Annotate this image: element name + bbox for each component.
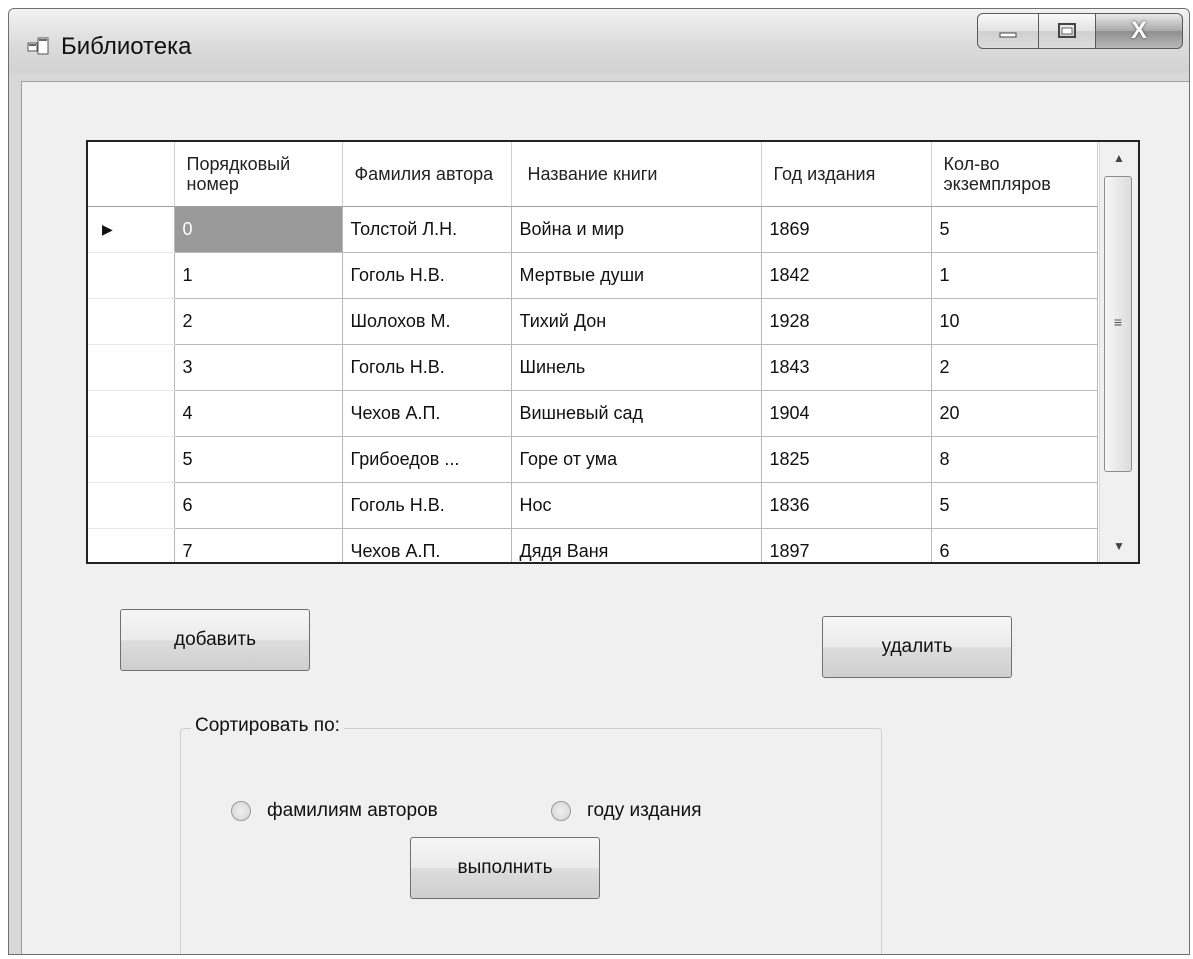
cell-number[interactable]: 7 — [173, 528, 343, 562]
cell-copies[interactable]: 8 — [930, 436, 1098, 483]
cell-year[interactable]: 1869 — [760, 206, 932, 253]
cell-title[interactable]: Нос — [510, 482, 762, 529]
sort-by-year-label[interactable]: году издания — [587, 800, 701, 822]
cell-year[interactable]: 1897 — [760, 528, 932, 562]
table-row[interactable]: 7 Чехов А.П. Дядя Ваня 1897 6 — [88, 528, 1098, 562]
cell-title[interactable]: Вишневый сад — [510, 390, 762, 437]
table-row[interactable]: 4 Чехов А.П. Вишневый сад 1904 20 — [88, 390, 1098, 437]
scroll-up-arrow-icon[interactable]: ▲ — [1100, 142, 1138, 174]
maximize-icon — [1058, 23, 1076, 38]
books-table: Порядковый номер Фамилия автора Название… — [88, 142, 1098, 562]
cell-title[interactable]: Война и мир — [510, 206, 762, 253]
table-row[interactable]: 6 Гоголь Н.В. Нос 1836 5 — [88, 482, 1098, 529]
sort-groupbox-title: Сортировать по: — [191, 715, 344, 737]
cell-copies[interactable]: 2 — [930, 344, 1098, 391]
row-header[interactable] — [88, 482, 175, 529]
cell-number[interactable]: 4 — [173, 390, 343, 437]
table-row[interactable]: 1 Гоголь Н.В. Мертвые души 1842 1 — [88, 252, 1098, 299]
cell-author[interactable]: Гоголь Н.В. — [341, 252, 512, 299]
add-button[interactable]: добавить — [120, 609, 310, 671]
sort-by-year-radio[interactable]: году издания — [551, 797, 701, 825]
column-header-number[interactable]: Порядковый номер — [174, 142, 343, 207]
column-header-copies[interactable]: Кол-во экземпляров — [931, 142, 1098, 207]
radio-unchecked-icon[interactable] — [231, 801, 251, 821]
sort-by-author-radio[interactable]: фамилиям авторов — [231, 797, 438, 825]
cell-number[interactable]: 0 — [173, 206, 343, 253]
cell-author[interactable]: Гоголь Н.В. — [341, 344, 512, 391]
table-row[interactable]: 2 Шолохов М. Тихий Дон 1928 10 — [88, 298, 1098, 345]
scrollbar-thumb[interactable]: ≡ — [1104, 176, 1132, 472]
cell-title[interactable]: Шинель — [510, 344, 762, 391]
current-row-indicator-icon[interactable]: ▶ — [88, 206, 175, 253]
cell-title[interactable]: Мертвые души — [510, 252, 762, 299]
row-header[interactable] — [88, 390, 175, 437]
close-icon: X — [1130, 17, 1147, 44]
column-header-year[interactable]: Год издания — [761, 142, 932, 207]
column-header-author[interactable]: Фамилия автора — [342, 142, 512, 207]
row-header[interactable] — [88, 298, 175, 345]
cell-year[interactable]: 1928 — [760, 298, 932, 345]
vertical-scrollbar[interactable]: ▲ ≡ ▼ — [1099, 142, 1138, 562]
window-app-icon[interactable] — [27, 36, 49, 56]
cell-author[interactable]: Чехов А.П. — [341, 390, 512, 437]
cell-number[interactable]: 2 — [173, 298, 343, 345]
delete-button[interactable]: удалить — [822, 616, 1012, 678]
books-data-grid[interactable]: Порядковый номер Фамилия автора Название… — [86, 140, 1140, 564]
form-client-area: Порядковый номер Фамилия автора Название… — [21, 81, 1189, 954]
radio-unchecked-icon[interactable] — [551, 801, 571, 821]
cell-author[interactable]: Толстой Л.Н. — [341, 206, 512, 253]
header-row: Порядковый номер Фамилия автора Название… — [88, 142, 1098, 207]
cell-author[interactable]: Гоголь Н.В. — [341, 482, 512, 529]
cell-number[interactable]: 6 — [173, 482, 343, 529]
cell-author[interactable]: Шолохов М. — [341, 298, 512, 345]
cell-copies[interactable]: 5 — [930, 482, 1098, 529]
table-row[interactable]: 3 Гоголь Н.В. Шинель 1843 2 — [88, 344, 1098, 391]
cell-copies[interactable]: 6 — [930, 528, 1098, 562]
cell-copies[interactable]: 5 — [930, 206, 1098, 253]
main-window: Библиотека X Порядковый номер Фамилия ав… — [8, 8, 1190, 955]
close-button[interactable]: X — [1095, 13, 1183, 49]
cell-year[interactable]: 1842 — [760, 252, 932, 299]
minimize-button[interactable] — [977, 13, 1039, 49]
row-header[interactable] — [88, 436, 175, 483]
row-header[interactable] — [88, 344, 175, 391]
table-row[interactable]: ▶ 0 Толстой Л.Н. Война и мир 1869 5 — [88, 206, 1098, 253]
cell-year[interactable]: 1825 — [760, 436, 932, 483]
sort-by-author-label[interactable]: фамилиям авторов — [267, 800, 438, 822]
row-header[interactable] — [88, 252, 175, 299]
cell-title[interactable]: Дядя Ваня — [510, 528, 762, 562]
cell-number[interactable]: 3 — [173, 344, 343, 391]
cell-author[interactable]: Чехов А.П. — [341, 528, 512, 562]
row-header-corner — [88, 142, 175, 207]
cell-copies[interactable]: 20 — [930, 390, 1098, 437]
grip-icon: ≡ — [1113, 314, 1123, 330]
minimize-icon — [999, 32, 1017, 38]
cell-year[interactable]: 1843 — [760, 344, 932, 391]
table-row[interactable]: 5 Грибоедов ... Горе от ума 1825 8 — [88, 436, 1098, 483]
cell-number[interactable]: 1 — [173, 252, 343, 299]
execute-button[interactable]: выполнить — [410, 837, 600, 899]
window-title: Библиотека — [61, 33, 192, 60]
cell-year[interactable]: 1836 — [760, 482, 932, 529]
maximize-button[interactable] — [1038, 13, 1096, 49]
column-header-title[interactable]: Название книги — [511, 142, 762, 207]
title-bar[interactable]: Библиотека X — [9, 9, 1189, 73]
window-controls: X — [977, 13, 1183, 53]
row-header[interactable] — [88, 528, 175, 562]
cell-title[interactable]: Тихий Дон — [510, 298, 762, 345]
scroll-down-arrow-icon[interactable]: ▼ — [1100, 530, 1138, 562]
cell-author[interactable]: Грибоедов ... — [341, 436, 512, 483]
cell-copies[interactable]: 10 — [930, 298, 1098, 345]
cell-number[interactable]: 5 — [173, 436, 343, 483]
cell-year[interactable]: 1904 — [760, 390, 932, 437]
cell-copies[interactable]: 1 — [930, 252, 1098, 299]
cell-title[interactable]: Горе от ума — [510, 436, 762, 483]
